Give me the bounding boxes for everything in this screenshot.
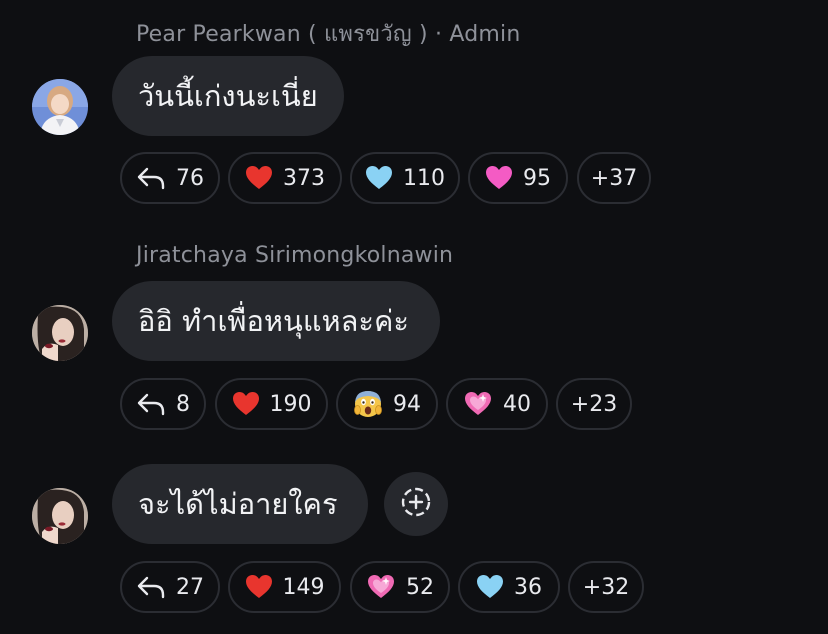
- reply-count: 8: [176, 391, 190, 417]
- message-text: วันนี้เก่งนะเนี่ย: [138, 79, 318, 113]
- reaction-sparkling-heart[interactable]: 52: [350, 561, 450, 613]
- reaction-screaming-face[interactable]: 94: [336, 378, 438, 430]
- reaction-count: 94: [393, 391, 421, 417]
- sparkling-heart-icon: [366, 573, 396, 601]
- reply-count: 27: [176, 574, 204, 600]
- reaction-count: 110: [403, 165, 445, 191]
- message-bubble[interactable]: จะได้ไม่อายใคร: [112, 464, 368, 544]
- reaction-count: 149: [282, 574, 325, 600]
- reply-button[interactable]: 8: [120, 378, 206, 430]
- reply-arrow-icon: [136, 575, 166, 599]
- sparkling-heart-icon: [463, 390, 493, 418]
- more-reactions-button[interactable]: +32: [568, 561, 644, 613]
- reply-arrow-icon: [136, 392, 166, 416]
- more-reactions-button[interactable]: +23: [556, 378, 632, 430]
- more-reactions-count: +37: [590, 165, 638, 191]
- red-heart-icon: [232, 391, 260, 417]
- message-bubble[interactable]: วันนี้เก่งนะเนี่ย: [112, 56, 344, 136]
- reaction-red-heart[interactable]: 373: [228, 152, 342, 204]
- more-reactions-count: +23: [570, 391, 618, 417]
- message-bubble[interactable]: อิอิ ทำเพื่อหนุแหละค่ะ: [112, 281, 440, 361]
- blue-heart-icon: [365, 165, 393, 191]
- reaction-count: 95: [523, 165, 551, 191]
- reaction-blue-heart[interactable]: 36: [458, 561, 560, 613]
- reaction-count: 373: [283, 165, 325, 191]
- reply-button[interactable]: 76: [120, 152, 220, 204]
- add-reaction-icon: [399, 485, 433, 523]
- message-author[interactable]: Pear Pearkwan ( แพรขวัญ ) · Admin: [136, 16, 521, 51]
- reaction-sparkling-heart[interactable]: 40: [446, 378, 548, 430]
- pink-heart-icon: [485, 165, 513, 191]
- reaction-red-heart[interactable]: 190: [215, 378, 328, 430]
- message-text: อิอิ ทำเพื่อหนุแหละค่ะ: [138, 304, 409, 338]
- reply-count: 76: [176, 165, 204, 191]
- red-heart-icon: [245, 165, 273, 191]
- reply-arrow-icon: [136, 166, 166, 190]
- avatar[interactable]: [32, 79, 88, 135]
- message-text: จะได้ไม่อายใคร: [138, 487, 338, 521]
- more-reactions-button[interactable]: +37: [577, 152, 651, 204]
- reaction-pink-heart[interactable]: 95: [468, 152, 568, 204]
- reaction-count: 36: [514, 574, 542, 600]
- reaction-count: 40: [503, 391, 531, 417]
- message-author[interactable]: Jiratchaya Sirimongkolnawin: [136, 243, 453, 268]
- more-reactions-count: +32: [582, 574, 630, 600]
- avatar[interactable]: [32, 488, 88, 544]
- red-heart-icon: [245, 574, 273, 600]
- reaction-red-heart[interactable]: 149: [228, 561, 341, 613]
- blue-heart-icon: [476, 574, 504, 600]
- reaction-count: 52: [406, 574, 434, 600]
- reaction-count: 190: [269, 391, 312, 417]
- avatar[interactable]: [32, 305, 88, 361]
- add-reaction-button[interactable]: [384, 472, 448, 536]
- chat-thread: Pear Pearkwan ( แพรขวัญ ) · Admin วันนี้…: [0, 0, 828, 634]
- screaming-face-icon: [353, 389, 383, 419]
- reply-button[interactable]: 27: [120, 561, 220, 613]
- reaction-blue-heart[interactable]: 110: [350, 152, 460, 204]
